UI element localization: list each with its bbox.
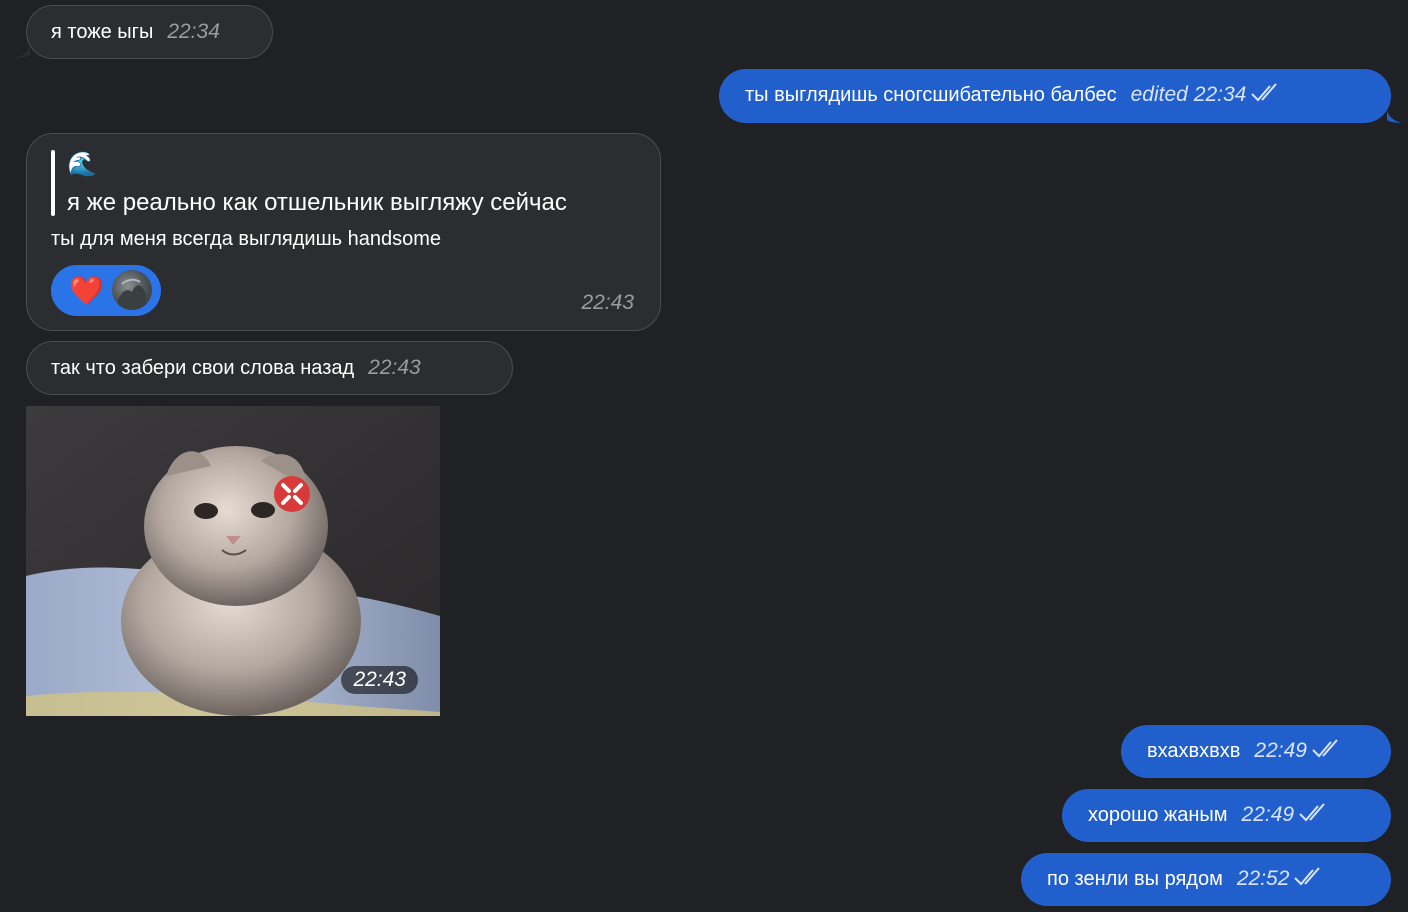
message-bubble[interactable]: вхахвхвхв 22:49 (1121, 725, 1391, 778)
avatar (112, 270, 152, 310)
edited-label: edited (1130, 83, 1188, 106)
message-bubble[interactable]: хорошо жаным 22:49 (1062, 789, 1391, 842)
message-text: так что забери свои слова назад (51, 357, 355, 379)
double-check-icon (1299, 803, 1325, 822)
bubble-tail (1387, 111, 1403, 123)
message-text: ты для меня всегда выглядишь handsome (51, 228, 442, 250)
message-text: по зенли вы рядом (1047, 868, 1223, 890)
photo-time: 22:43 (341, 666, 418, 694)
quote-bar (51, 150, 55, 216)
double-check-icon (1294, 867, 1321, 886)
message-bubble-reply[interactable]: 🌊 я же реально как отшельник выгляжу сей… (26, 133, 661, 331)
heart-reaction-icon: ❤️ (69, 275, 104, 306)
double-check-icon (1251, 83, 1278, 102)
chat-view: я тоже ыгы 22:34 ты выглядишь сногсшибате… (0, 0, 1408, 912)
message-time: 22:49 (1254, 739, 1307, 762)
message-time: 22:52 (1236, 867, 1290, 890)
reaction-pill[interactable]: ❤️ (51, 265, 161, 316)
message-text: ты выглядишь сногсшибательно балбес (745, 84, 1117, 106)
message-text: вхахвхвхв (1147, 740, 1241, 762)
message-text: хорошо жаным (1088, 804, 1228, 826)
message-bubble[interactable]: ты выглядишь сногсшибательно балбес edite… (719, 69, 1391, 123)
double-check-icon (1312, 739, 1338, 758)
message-text: я тоже ыгы (51, 21, 154, 43)
message-time: 22:34 (167, 20, 220, 43)
message-time: 22:34 (1193, 83, 1247, 106)
quote-emoji: 🌊 (67, 151, 97, 178)
quoted-text: я же реально как отшельник выгляжу сейча… (67, 189, 567, 216)
message-time: 22:49 (1241, 803, 1295, 826)
message-bubble[interactable]: так что забери свои слова назад 22:43 (26, 341, 513, 395)
message-time: 22:43 (581, 291, 634, 314)
message-bubble[interactable]: я тоже ыгы 22:34 (26, 5, 273, 59)
photo-message[interactable]: 22:43 (26, 406, 440, 716)
message-time: 22:43 (368, 356, 421, 379)
message-bubble[interactable]: по зенли вы рядом 22:52 (1021, 853, 1391, 906)
bubble-tail (14, 46, 30, 58)
